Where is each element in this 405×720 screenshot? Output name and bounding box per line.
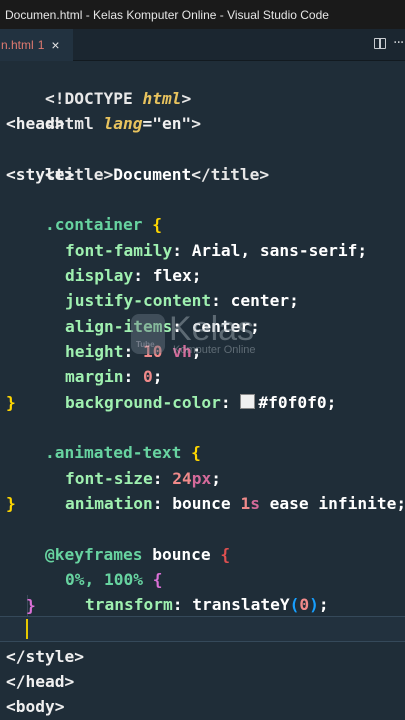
editor-tab-html[interactable]: n.html 1 × xyxy=(0,29,73,61)
code-line-17: animation: bounce 1s ease infinite; xyxy=(64,494,405,513)
code-line-22: } xyxy=(26,596,36,615)
code-line-1: <!DOCTYPE html> xyxy=(44,89,192,108)
code-line-10: align-items: center; xyxy=(64,317,260,336)
code-line-11: height: 10 vh; xyxy=(64,342,202,361)
code-line-26: <body> xyxy=(6,697,65,716)
code-line-12: margin: 0; xyxy=(64,367,163,386)
code-line-18: } xyxy=(6,494,16,513)
code-line-7: font-family: Arial, sans-serif; xyxy=(64,241,368,260)
code-line-13: background-color: #f0f0f0; xyxy=(64,393,337,412)
text-cursor xyxy=(26,619,28,639)
code-line-15: .animated-text { xyxy=(44,443,201,462)
code-editor[interactable]: <!DOCTYPE html> <html lang="en"> <head> … xyxy=(0,61,405,720)
code-line-19: @keyframes bounce { xyxy=(44,545,231,564)
code-line-14: } xyxy=(6,393,16,412)
more-actions-icon[interactable]: ··· xyxy=(393,35,404,51)
code-line-21: transform: translateY(0); xyxy=(84,595,329,614)
tab-label: n.html xyxy=(1,38,34,52)
tab-bar: n.html 1 × ··· xyxy=(0,29,405,61)
code-line-25: </head> xyxy=(6,672,75,691)
code-line-16: font-size: 24px; xyxy=(64,469,221,488)
code-line-8: display: flex; xyxy=(64,266,202,285)
code-line-4: <title>Document</title> xyxy=(44,165,270,184)
code-line-5: <style> xyxy=(6,165,75,184)
window-title: Documen.html - Kelas Komputer Online - V… xyxy=(0,0,405,29)
color-swatch[interactable] xyxy=(240,394,256,409)
split-editor-icon[interactable] xyxy=(374,38,386,49)
code-line-20: 0%, 100% { xyxy=(64,570,163,589)
code-line-2: <html lang="en"> xyxy=(44,114,201,133)
problem-count-badge: 1 xyxy=(37,38,45,52)
code-line-3: <head> xyxy=(6,114,65,133)
close-icon[interactable]: × xyxy=(51,37,59,53)
code-line-6: .container { xyxy=(44,215,162,234)
code-line-24: </style> xyxy=(6,647,84,666)
code-line-9: justify-content: center; xyxy=(64,291,299,310)
